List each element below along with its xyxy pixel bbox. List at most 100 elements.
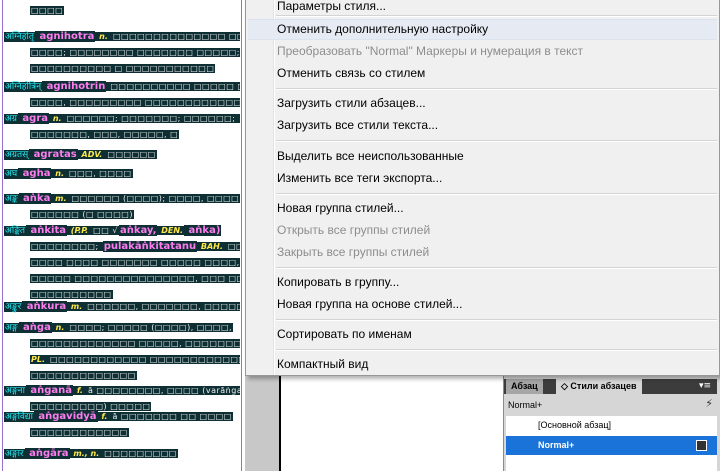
definition-text: □□□□□□□□□□ □□□□□ □: [106, 82, 240, 91]
definition-text: □□□, □□□□: [65, 169, 133, 178]
menu-item-convert-bullets[interactable]: Преобразовать "Normal" Маркеры и нумерац…: [277, 41, 583, 62]
grammar-tag: n.: [95, 32, 109, 41]
menu-item-open-all-groups[interactable]: Открыть все группы стилей: [277, 220, 430, 241]
panel-tabs: Абзац ◇ Стили абзацев ▾≡: [504, 379, 717, 394]
dictionary-entry: □□□□: [4, 3, 240, 19]
definition-text: □□□□□□□□□□□□ □□□□□□□□□□□□□□□□: [46, 355, 240, 364]
page-margin-right: [241, 0, 242, 471]
dictionary-entry: अग्रतस् agratas ADV. □□□□□□: [4, 147, 240, 163]
entry-line: अग्र agra n. □□□□□□; □□□□□□□; □□□□□□; Lo…: [4, 111, 240, 127]
definition-text: □□□□ □□□□ □□□□□□□ □□□□□ □□□□, □ □: [30, 258, 240, 267]
panel-menu-icon[interactable]: ▾≡: [699, 381, 711, 391]
menu-separator: [276, 349, 717, 351]
menu-separator: [276, 319, 717, 321]
definition-text: □□□□□□, □□□□□□□, □□□□□□□: [83, 302, 240, 311]
tab-paragraph-styles[interactable]: ◇ Стили абзацев: [556, 379, 642, 394]
definition-text: □□□□□□□, □□□, □□□□□, □: [30, 130, 180, 139]
definition-text: □□□□□□□□□□□□: [30, 428, 129, 437]
transliteration: aṅka: [18, 193, 52, 204]
sanskrit-headword: अग्र: [4, 114, 18, 124]
definition-text: ā □□□□□□□ □□ □□□□: [108, 412, 233, 421]
grammar-tag: f.: [97, 412, 109, 421]
sanskrit-headword: अङ्ग: [4, 323, 19, 333]
menu-item-new-style-group[interactable]: Новая группа стилей...: [277, 198, 404, 219]
paragraph-styles-panel: Абзац ◇ Стили абзацев ▾≡ Normal+ ⚡ [Осно…: [503, 376, 720, 471]
menu-item-load-paragraph-styles[interactable]: Загрузить стили абзацев...: [277, 93, 426, 114]
menu-item-new-group-from-styles[interactable]: Новая группа на основе стилей...: [277, 294, 462, 315]
transliteration: aṅkura: [22, 301, 68, 312]
entry-line: □□□□□□□□□□ □ □□□□□□□□□□□: [4, 61, 240, 77]
sanskrit-headword: अघ: [4, 169, 19, 179]
entry-line: □□□□□ □□□□□□□□□□□□□□□, □□□ □□□□: [4, 271, 240, 287]
entry-line: अग्रतस् agratas ADV. □□□□□□: [4, 147, 240, 163]
entry-line: अघ agha n. □□□, □□□□: [4, 166, 240, 182]
menu-item-copy-to-group[interactable]: Копировать в группу...: [277, 272, 399, 293]
tab-paragraph[interactable]: Абзац: [506, 379, 543, 394]
sanskrit-headword: अग्निहोतृ: [4, 32, 35, 42]
menu-item-load-all-text-styles[interactable]: Загрузить все стили текста...: [277, 115, 438, 136]
dictionary-entry: अघ agha n. □□□, □□□□: [4, 166, 240, 182]
entry-line: अङ्गार aṅgāra m., n. □□□□□□□□□: [4, 446, 240, 462]
transliteration: pulakāṅkitatanu: [102, 241, 198, 252]
menu-separator: [276, 140, 717, 142]
style-row-selected[interactable]: Normal+: [506, 436, 717, 455]
menu-item-close-all-groups[interactable]: Закрыть все группы стилей: [277, 242, 429, 263]
definition-text: □□□□; □□□□□ (□□□□), □□□□,: [65, 323, 234, 332]
transliteration: agratas: [29, 149, 78, 160]
styles-list: [Основной абзац] Normal+: [506, 416, 717, 471]
entry-line: □□□□, □□□□□□□□□ □□□□□□□□□□□□□: [4, 95, 240, 111]
menu-item-sort-by-name[interactable]: Сортировать по именам: [277, 324, 412, 345]
entry-line: □□□□□□ (□ □□□□): [4, 207, 240, 223]
menu-item-select-unused[interactable]: Выделить все неиспользованные: [277, 146, 464, 167]
definition-text: □□□□□□□□□□□□□ □□□□□, □□□□□□□□□□□□;: [30, 339, 240, 348]
grammar-tag: m., n.: [69, 449, 101, 458]
menu-separator: [276, 88, 717, 90]
grammar-tag: Loc.: [236, 114, 240, 123]
definition-text: ā □□□□□□□□, □□□□ (varāṅganā: [83, 386, 240, 395]
grammar-tag: DEN.: [157, 226, 185, 235]
definition-text: □□□□□□□□□□ □ □□□□□□□□□□□: [30, 64, 216, 73]
definition-text: □□□□□ □□□□□□□□□□□□□□□, □□□ □□□□: [30, 274, 240, 283]
current-style-label: Normal+: [508, 400, 543, 410]
definition-text: □□□□□□; □□□□□□□; □□□□□□;: [62, 114, 237, 123]
menu-separator: [276, 193, 717, 195]
dictionary-entry: अङ्कित aṅkita (P.P. □□ √ aṅkay, DEN. aṅka…: [4, 223, 240, 303]
grammar-tag: BAH.: [197, 242, 224, 251]
sanskrit-headword: अङ्क: [4, 194, 19, 204]
transliteration: agnihotra: [34, 31, 96, 42]
transliteration: agnihotrin: [42, 81, 107, 92]
sanskrit-headword: अङ्कित: [4, 226, 27, 236]
menu-item-clear-overrides[interactable]: Отменить дополнительную настройку: [277, 19, 488, 40]
menu-item-compact-view[interactable]: Компактный вид: [277, 354, 368, 375]
transliteration: aṅkita: [26, 225, 68, 236]
menu-icon-gutter: [273, 0, 275, 375]
sanskrit-headword: अङ्गविद्या: [4, 412, 34, 422]
definition-text: □□□□□□□□□□□□□: [30, 371, 137, 380]
lightning-icon[interactable]: ⚡: [705, 397, 713, 410]
entry-line: अङ्ग aṅga n. □□□□; □□□□□ (□□□□), □□□□,: [4, 320, 240, 336]
style-row-label: [Основной абзац]: [538, 420, 612, 430]
definition-text: □□□□□□ (□□□□); □□□□, □□□□,: [67, 194, 240, 203]
entry-line: □□□□ □□□□ □□□□□□□ □□□□□ □□□□, □ □: [4, 255, 240, 271]
definition-text: □□□□□□□□□: [100, 449, 178, 458]
menu-item-edit-export-tags[interactable]: Изменить все теги экспорта...: [277, 168, 442, 189]
dictionary-entry: अग्निहोत्रिन् agnihotrin □□□□□□□□□□ □□□□…: [4, 79, 240, 111]
transliteration: aṅga: [18, 322, 52, 333]
style-row-label: Normal+: [538, 440, 575, 450]
menu-item-break-link[interactable]: Отменить связь со стилем: [277, 63, 425, 84]
save-icon: [696, 440, 707, 451]
grammar-tag: (P.P.: [67, 226, 90, 235]
grammar-tag: PL.: [30, 355, 46, 364]
sanskrit-headword: अङ्कुर: [4, 302, 23, 312]
grammar-tag: n.: [51, 169, 65, 178]
entry-line: अङ्कित aṅkita (P.P. □□ √ aṅkay, DEN. aṅka…: [4, 223, 240, 239]
definition-text: □□□□□□□□;: [30, 242, 103, 251]
transliteration: aṅgāra: [24, 448, 70, 459]
style-row[interactable]: [Основной абзац]: [506, 416, 717, 435]
entry-line: अङ्गना aṅganā f. ā □□□□□□□□, □□□□ (varāṅ…: [4, 383, 240, 399]
grammar-tag: m.: [67, 302, 84, 311]
definition-text: □□□□, □□□□□□□□□ □□□□□□□□□□□□□: [30, 98, 240, 107]
dictionary-entry: अङ्ग aṅga n. □□□□; □□□□□ (□□□□), □□□□, □□…: [4, 320, 240, 384]
entry-line: □□□□: [4, 3, 240, 19]
entry-line: □□□□□□□□□□□□□ □□□□□, □□□□□□□□□□□□;: [4, 336, 240, 352]
